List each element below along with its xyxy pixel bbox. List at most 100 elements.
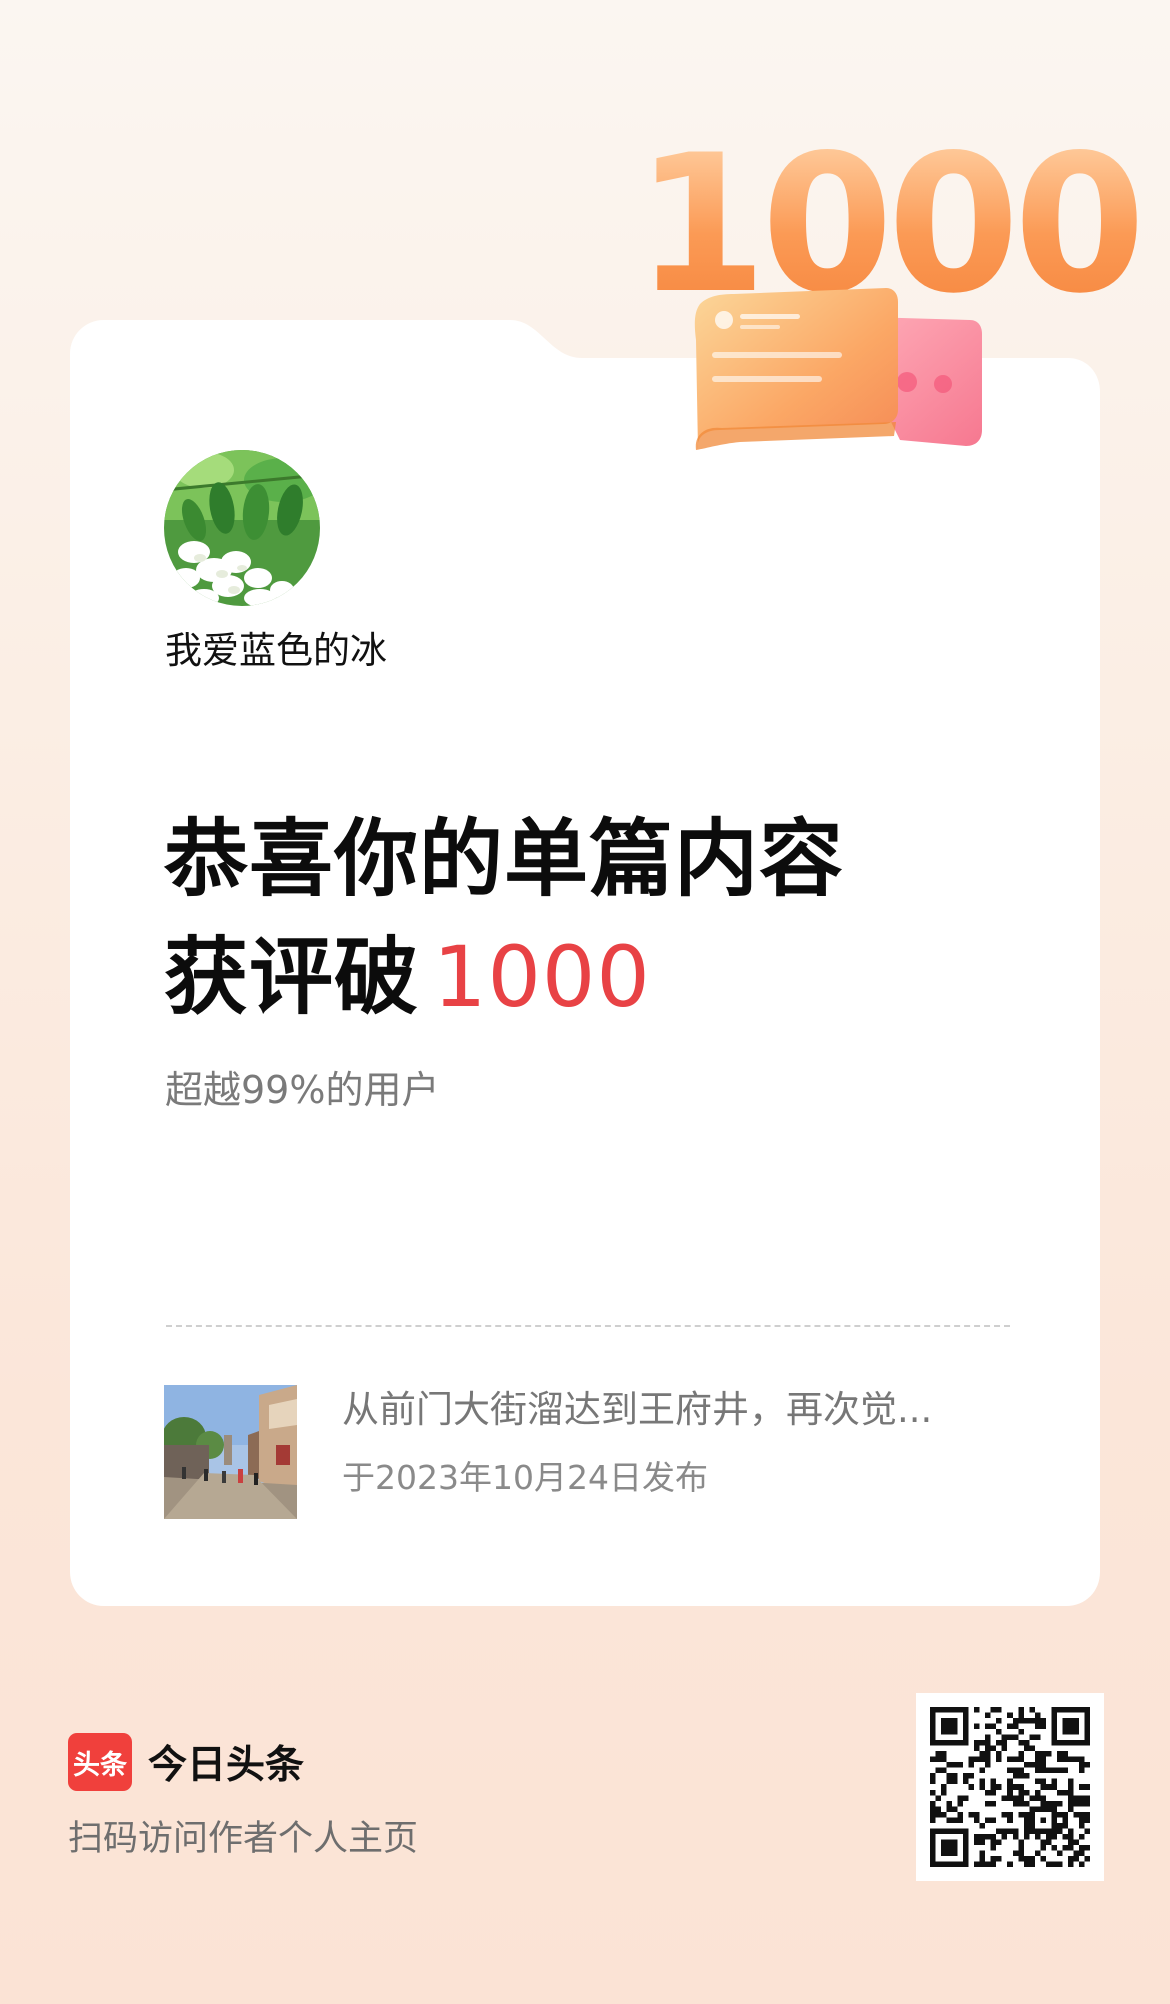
milestone-badge: 1000 (630, 130, 1146, 470)
qr-module (963, 1734, 969, 1741)
qr-module (1078, 1707, 1085, 1713)
qr-module (1084, 1734, 1090, 1741)
qr-module (1001, 1828, 1008, 1834)
author-avatar[interactable] (164, 450, 320, 606)
article-title[interactable]: 从前门大街溜达到王府井，再次觉... (342, 1385, 1010, 1435)
article-thumbnail[interactable] (164, 1385, 297, 1519)
qr-module (1078, 1800, 1085, 1807)
qr-module (1040, 1817, 1046, 1823)
qr-module (1045, 1839, 1052, 1845)
qr-module (1012, 1800, 1019, 1807)
qr-module (1056, 1767, 1063, 1774)
qr-module (1067, 1800, 1074, 1807)
qr-module (957, 1828, 964, 1834)
qr-module (946, 1718, 953, 1724)
author-name[interactable]: 我爱蓝色的冰 (165, 628, 387, 674)
qr-module (1007, 1828, 1013, 1834)
toutiao-logo-icon: 头条 (68, 1733, 132, 1791)
qr-module (1056, 1740, 1063, 1746)
qr-module (979, 1767, 986, 1774)
qr-module (1023, 1822, 1030, 1829)
qr-module (996, 1751, 1002, 1757)
qr-module (952, 1844, 958, 1851)
qr-module (1051, 1861, 1057, 1867)
qr-module (1062, 1718, 1068, 1724)
qr-module (1056, 1789, 1063, 1796)
qr-module (946, 1800, 953, 1807)
qr-module (1084, 1817, 1090, 1823)
dashed-divider (166, 1325, 1010, 1327)
qr-module (985, 1745, 991, 1752)
qr-module (1051, 1800, 1057, 1807)
qr-module (946, 1850, 953, 1856)
qr-module (1029, 1795, 1035, 1801)
qr-module (1034, 1833, 1041, 1840)
qr-module (1018, 1756, 1024, 1763)
qr-module (1007, 1723, 1013, 1730)
qr-module (1073, 1839, 1079, 1845)
qr-module (1034, 1751, 1041, 1757)
qr-module (952, 1729, 958, 1735)
qr-module (979, 1822, 986, 1829)
qr-module (963, 1718, 969, 1724)
app-name: 今日头条 (148, 1743, 305, 1788)
qr-module (935, 1828, 942, 1834)
qr-module (930, 1855, 936, 1862)
qr-module (1056, 1756, 1063, 1763)
qr-module (930, 1817, 936, 1823)
qr-module (935, 1740, 942, 1746)
qr-module (963, 1828, 969, 1834)
qr-module (990, 1844, 997, 1851)
qr-module (963, 1712, 969, 1719)
qr-module (1051, 1817, 1057, 1823)
qr-module (930, 1773, 936, 1779)
qr-module (935, 1751, 942, 1757)
qr-module (1001, 1740, 1008, 1746)
qr-module (930, 1718, 936, 1724)
qr-module (1073, 1718, 1079, 1724)
qr-module (979, 1751, 986, 1757)
qr-module (985, 1723, 991, 1730)
qr-module (941, 1740, 947, 1746)
qr-module (941, 1784, 947, 1790)
qr-module (930, 1756, 936, 1763)
qr-module (930, 1839, 936, 1845)
qr-module (974, 1707, 980, 1713)
qr-module (941, 1767, 947, 1774)
qr-module (1040, 1784, 1046, 1790)
qr-module (974, 1861, 980, 1867)
qr-module (941, 1844, 947, 1851)
qr-code[interactable] (916, 1693, 1104, 1881)
qr-module (930, 1789, 936, 1796)
qr-module (1040, 1855, 1046, 1862)
qr-module (990, 1861, 997, 1867)
headline-number: 1000 (433, 928, 651, 1026)
qr-module (996, 1839, 1002, 1845)
qr-module (1073, 1707, 1079, 1713)
qr-module (1084, 1723, 1090, 1730)
qr-module (974, 1833, 980, 1840)
qr-module (979, 1784, 986, 1790)
qr-module (985, 1751, 991, 1757)
qr-module (1034, 1767, 1041, 1774)
qr-module (1018, 1844, 1024, 1851)
qr-module (941, 1789, 947, 1796)
qr-module (1034, 1795, 1041, 1801)
qr-module (1040, 1751, 1046, 1757)
qr-module (957, 1817, 964, 1823)
qr-module (1012, 1756, 1019, 1763)
qr-module (985, 1762, 991, 1768)
qr-module (1067, 1844, 1074, 1851)
qr-module (1078, 1817, 1085, 1823)
qr-module (1018, 1707, 1024, 1713)
qr-module (990, 1855, 997, 1862)
qr-module (963, 1740, 969, 1746)
qr-module (1018, 1811, 1024, 1818)
article-item[interactable]: 从前门大街溜达到王府井，再次觉... 于2023年10月24日发布 (164, 1385, 1010, 1519)
qr-module (930, 1811, 936, 1818)
qr-module (1034, 1806, 1041, 1812)
qr-module (963, 1778, 969, 1785)
qr-module (952, 1723, 958, 1730)
qr-module (946, 1773, 953, 1779)
qr-module (979, 1839, 986, 1845)
